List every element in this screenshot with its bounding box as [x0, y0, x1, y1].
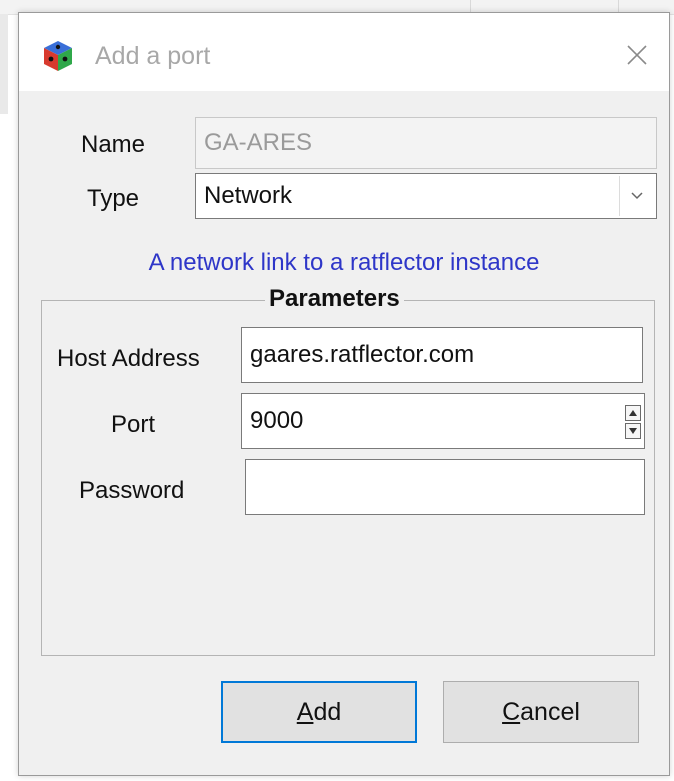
port-value: 9000 — [250, 407, 304, 434]
cancel-label-rest: ancel — [520, 697, 580, 726]
spin-down-icon — [629, 428, 637, 434]
dropdown-button[interactable] — [619, 176, 654, 216]
close-button[interactable] — [615, 33, 659, 77]
chevron-down-icon — [631, 192, 643, 200]
spin-down-button[interactable] — [625, 423, 641, 439]
name-field[interactable]: GA-ARES — [195, 117, 657, 169]
spin-buttons — [622, 394, 644, 450]
title-bar: Add a port — [19, 13, 669, 91]
spin-up-button[interactable] — [625, 405, 641, 421]
port-label: Port — [111, 411, 156, 438]
name-value: GA-ARES — [204, 129, 313, 156]
parameters-title: Parameters — [265, 285, 404, 313]
background-window-edge — [0, 14, 8, 114]
type-label: Type — [87, 185, 140, 212]
add-port-dialog: Add a port Name GA-ARES Type Network A n… — [18, 12, 670, 776]
cancel-mnemonic: C — [502, 697, 521, 726]
name-label: Name — [81, 131, 146, 158]
dialog-title: Add a port — [95, 42, 211, 70]
cancel-button[interactable]: Cancel — [443, 681, 639, 743]
spin-up-icon — [629, 410, 637, 416]
add-label-rest: dd — [313, 697, 342, 726]
port-stepper[interactable]: 9000 — [241, 393, 645, 449]
add-button[interactable]: Add — [221, 681, 417, 743]
password-field[interactable] — [245, 459, 645, 515]
close-icon — [627, 45, 647, 65]
add-mnemonic: A — [296, 697, 314, 726]
host-address-value: gaares.ratflector.com — [250, 341, 475, 368]
cube-icon — [44, 41, 72, 71]
type-select[interactable]: Network — [195, 173, 657, 219]
type-description: A network link to a ratflector instance — [148, 249, 540, 276]
host-address-input[interactable]: gaares.ratflector.com — [241, 327, 643, 383]
password-label: Password — [79, 477, 185, 504]
type-value: Network — [204, 182, 293, 209]
host-address-label: Host Address — [57, 345, 200, 372]
